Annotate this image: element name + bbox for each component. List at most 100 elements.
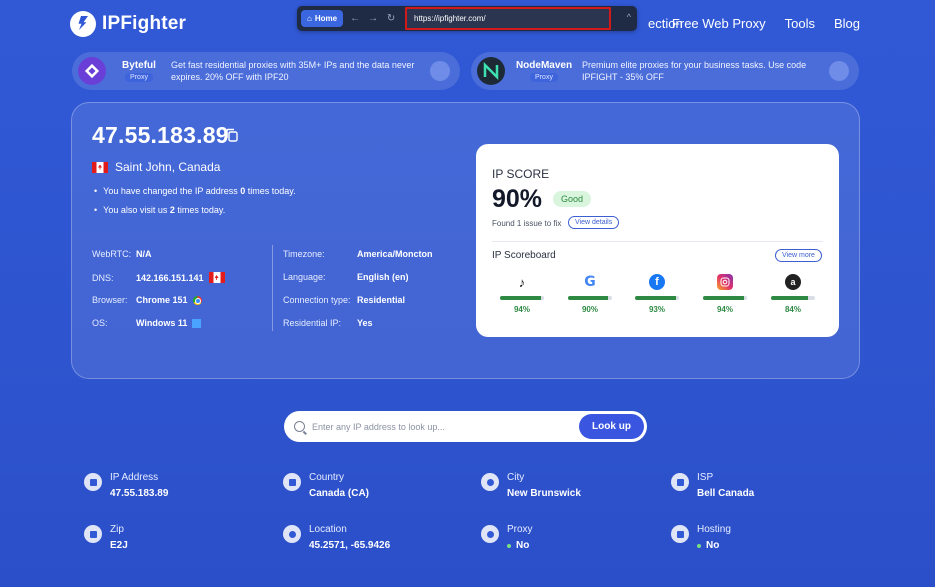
- score-bar: [635, 296, 679, 300]
- detail-value: New Brunswick: [507, 488, 581, 499]
- site-logo[interactable]: IPFighter: [70, 11, 186, 37]
- chevron-up-icon[interactable]: ^: [627, 12, 631, 22]
- amazon-icon: a: [785, 274, 801, 290]
- detail-value: Canada (CA): [309, 488, 370, 499]
- kv-value: English (en): [357, 272, 409, 282]
- webrtc-row: WebRTC: N/A: [92, 249, 152, 259]
- column-divider: [272, 245, 273, 331]
- back-icon[interactable]: ←: [349, 13, 361, 24]
- score-bar: [568, 296, 612, 300]
- server-icon: [671, 525, 689, 543]
- promo-brand: NodeMaven Proxy: [514, 60, 574, 82]
- detail-key: Zip: [110, 524, 124, 535]
- visit-bullets: You have changed the IP address 0 times …: [92, 182, 296, 220]
- promo-toggle[interactable]: [829, 61, 849, 81]
- antenna-icon: [671, 473, 689, 491]
- site-score-instagram: 94%: [702, 274, 748, 314]
- ip-address: 47.55.183.89: [92, 122, 229, 148]
- detail-country: Country Canada (CA): [283, 472, 369, 499]
- view-details-button[interactable]: View details: [568, 216, 620, 229]
- detail-value-text: No: [706, 540, 720, 551]
- detail-city: City New Brunswick: [481, 472, 581, 499]
- browser-toolbar: ⌂ Home ← → ↻ https://ipfighter.com/ ^: [297, 6, 637, 31]
- nav-item-blog[interactable]: Blog: [834, 16, 860, 31]
- flag-icon: [84, 473, 102, 491]
- detail-key: Proxy: [507, 524, 533, 535]
- detail-ip-address: IP Address 47.55.183.89: [84, 472, 168, 499]
- canada-flag-icon: [92, 161, 108, 173]
- windows-icon: [192, 318, 202, 328]
- address-bar[interactable]: https://ipfighter.com/: [405, 7, 611, 30]
- lookup-button[interactable]: Look up: [579, 414, 644, 439]
- promo-name: Byteful: [122, 60, 156, 71]
- score-bar-fill: [771, 296, 808, 300]
- divider: [492, 241, 823, 242]
- bullet-visits: You also visit us 2 times today.: [92, 201, 296, 220]
- bullet-ip-changes: You have changed the IP address 0 times …: [92, 182, 295, 201]
- status-dot: [697, 543, 701, 548]
- detail-hosting: Hosting No: [671, 524, 731, 551]
- connection-type-row: Connection type: Residential: [283, 295, 405, 305]
- tiktok-icon: ♪: [518, 274, 526, 290]
- site-pct: 93%: [648, 305, 665, 314]
- home-label: Home: [314, 14, 338, 23]
- detail-key: City: [507, 472, 525, 483]
- nav-item-free-web-proxy[interactable]: Free Web Proxy: [672, 16, 766, 31]
- site-score-tiktok: ♪ 94%: [499, 274, 545, 314]
- promo-toggle[interactable]: [430, 61, 450, 81]
- chrome-icon: [192, 295, 202, 305]
- browser-row: Browser: Chrome 151: [92, 295, 202, 305]
- byteful-logo-icon: [78, 57, 106, 85]
- promo-byteful[interactable]: Byteful Proxy Get fast residential proxi…: [72, 52, 460, 90]
- location: Saint John, Canada: [92, 160, 220, 174]
- score-badge: Good: [553, 191, 592, 207]
- search-icon: [294, 421, 305, 432]
- score-bar-fill: [635, 296, 676, 300]
- detail-zip: Zip E2J: [84, 524, 128, 551]
- detail-key: ISP: [697, 472, 714, 483]
- dns-row: DNS: 142.166.151.141: [92, 272, 225, 283]
- score-bar-fill: [568, 296, 608, 300]
- scoreboard-title: IP Scoreboard: [492, 250, 556, 261]
- flag-icon: [283, 473, 301, 491]
- promo-badge: Proxy: [125, 73, 153, 82]
- detail-value: No: [697, 540, 731, 551]
- promo-nodemaven[interactable]: NodeMaven Proxy Premium elite proxies fo…: [471, 52, 859, 90]
- kv-value: Windows 11: [136, 318, 188, 328]
- nav-item-tools[interactable]: Tools: [785, 16, 815, 31]
- kv-value: 142.166.151.141: [136, 272, 204, 283]
- kv-key: WebRTC:: [92, 249, 132, 259]
- forward-icon[interactable]: →: [367, 13, 379, 24]
- score-bar-fill: [500, 296, 542, 300]
- home-button[interactable]: ⌂ Home: [301, 10, 344, 27]
- map-pin-icon: [481, 473, 499, 491]
- facebook-icon: f: [649, 274, 665, 290]
- detail-proxy: Proxy No: [481, 524, 533, 551]
- os-row: OS: Windows 11: [92, 318, 202, 328]
- ip-search-input[interactable]: [312, 421, 579, 432]
- promo-text: Get fast residential proxies with 35M+ I…: [171, 60, 415, 82]
- nodemaven-logo-icon: [477, 57, 505, 85]
- top-nav: Free Web Proxy Tools Blog: [672, 16, 860, 31]
- language-row: Language: English (en): [283, 272, 409, 282]
- reload-icon[interactable]: ↻: [385, 13, 397, 24]
- kv-value: America/Moncton: [357, 249, 433, 259]
- canada-flag-icon: [208, 272, 225, 283]
- google-icon: G: [584, 274, 596, 290]
- instagram-icon: [717, 274, 733, 290]
- score-bar-fill: [703, 296, 745, 300]
- copy-icon[interactable]: [225, 128, 239, 142]
- view-more-button[interactable]: View more: [775, 249, 822, 262]
- bullet-text: You have changed the IP address: [103, 186, 241, 196]
- site-pct: 84%: [784, 305, 801, 314]
- detail-value: 47.55.183.89: [110, 488, 169, 499]
- status-dot: [507, 543, 511, 548]
- score-value: 90%: [492, 185, 543, 213]
- detail-value: 45.2571, -65.9426: [309, 540, 391, 551]
- site-score-amazon: a 84%: [770, 274, 816, 314]
- issue-text: Found 1 issue to fix: [492, 219, 562, 228]
- kv-value: Yes: [357, 318, 373, 328]
- detail-isp: ISP Bell Canada: [671, 472, 754, 499]
- ip-score-card: IP SCORE 90% Good Found 1 issue to fix V…: [476, 144, 839, 337]
- detail-key: Country: [309, 472, 345, 483]
